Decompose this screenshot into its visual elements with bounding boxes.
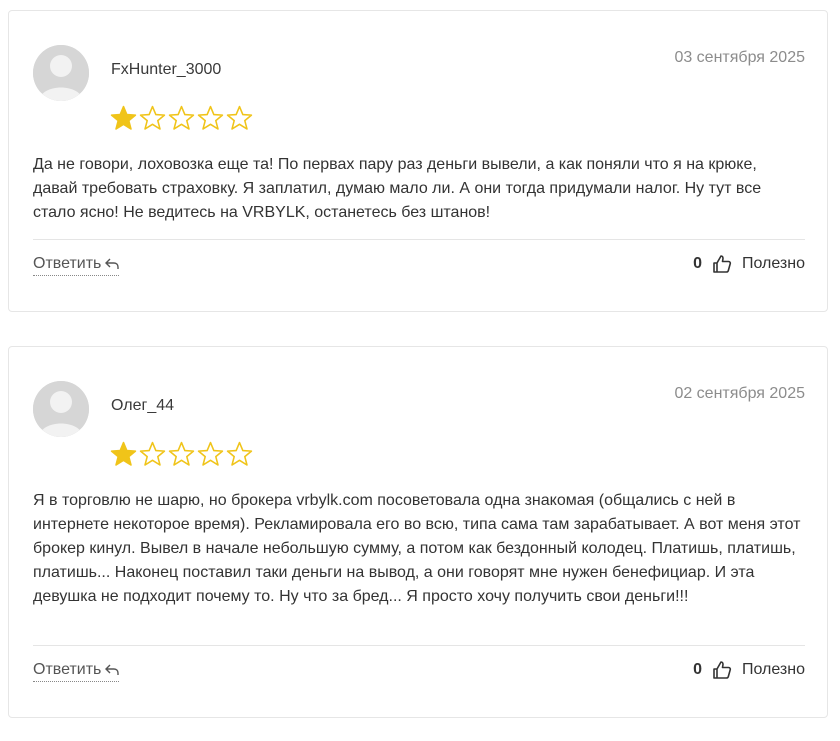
review-card: Олег_44 02 сентября 2025 Я в торговлю не… [8, 346, 828, 718]
review-card: FxHunter_3000 03 сентября 2025 Да не гов… [8, 10, 828, 312]
user-placeholder-icon [33, 381, 89, 437]
helpful-section: 0 Полезно [693, 660, 805, 680]
avatar [33, 381, 89, 437]
author-name: Олег_44 [111, 397, 175, 414]
star-filled-icon [110, 105, 137, 131]
review-text: Да не говори, лоховозка еще та! По перва… [33, 156, 762, 221]
review-text: Я в торговлю не шарю, но брокера vrbylk.… [33, 492, 801, 605]
star-empty-icon [197, 105, 224, 131]
helpful-count: 0 [693, 255, 702, 272]
helpful-count: 0 [693, 661, 702, 678]
star-empty-icon [168, 105, 195, 131]
author-name: FxHunter_3000 [111, 61, 222, 78]
star-empty-icon [226, 105, 253, 131]
star-rating [110, 441, 253, 467]
star-empty-icon [226, 441, 253, 467]
star-empty-icon [139, 441, 166, 467]
thumbs-up-icon[interactable] [712, 660, 732, 680]
reply-arrow-icon [105, 258, 120, 269]
thumbs-up-icon[interactable] [712, 254, 732, 274]
star-filled-icon [110, 441, 137, 467]
helpful-section: 0 Полезно [693, 254, 805, 274]
user-placeholder-icon [33, 45, 89, 101]
review-date: 02 сентября 2025 [674, 385, 805, 402]
star-rating [110, 105, 253, 131]
reply-label: Ответить [33, 661, 102, 678]
reply-label: Ответить [33, 255, 102, 272]
helpful-label: Полезно [742, 661, 805, 678]
review-date: 03 сентября 2025 [674, 49, 805, 66]
reply-button[interactable]: Ответить [33, 255, 120, 276]
reply-button[interactable]: Ответить [33, 661, 120, 682]
divider [33, 239, 805, 240]
star-empty-icon [139, 105, 166, 131]
helpful-label: Полезно [742, 255, 805, 272]
reply-arrow-icon [105, 664, 120, 675]
avatar [33, 45, 89, 101]
star-empty-icon [168, 441, 195, 467]
divider [33, 645, 805, 646]
star-empty-icon [197, 441, 224, 467]
